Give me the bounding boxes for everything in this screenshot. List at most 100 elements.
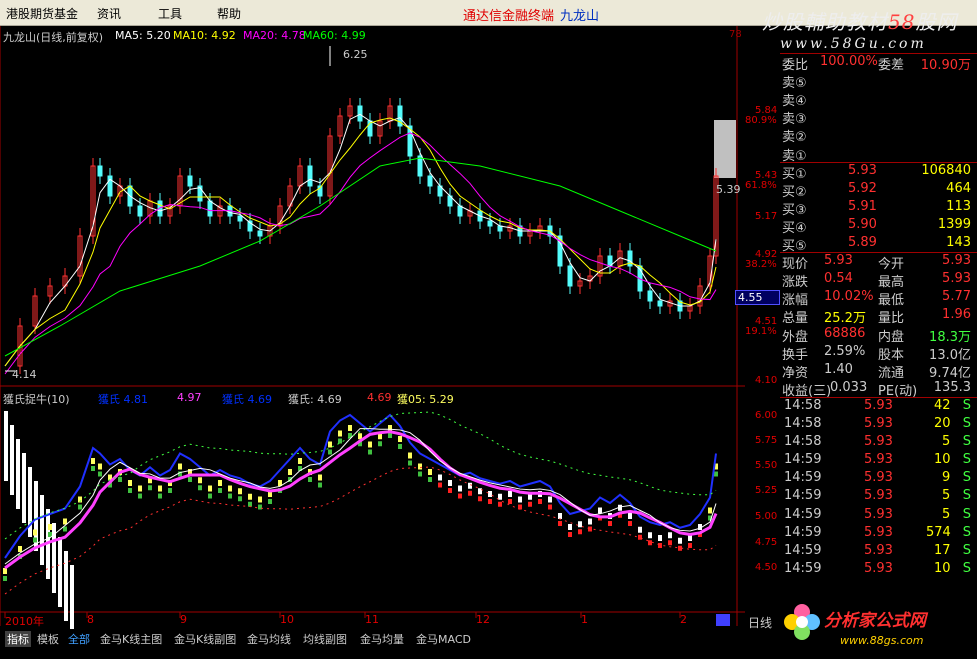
tab-1[interactable]: 模板 bbox=[37, 631, 59, 647]
ind-fill bbox=[528, 501, 532, 507]
tick-price: 5.93 bbox=[864, 434, 893, 450]
scroll-marker[interactable] bbox=[716, 614, 730, 626]
ind-band bbox=[418, 463, 422, 470]
axis-price-2: 5.17 bbox=[755, 211, 778, 222]
current-price-tag: 4.55 bbox=[735, 290, 780, 305]
tick-dir: S bbox=[962, 452, 971, 468]
ind-band bbox=[98, 463, 102, 470]
tick-time: 14:58 bbox=[784, 416, 822, 431]
ind-fill bbox=[378, 441, 382, 447]
buy-level-3: 买③ 5.91 113 bbox=[780, 199, 977, 218]
quote-label2: 最低 bbox=[878, 293, 905, 309]
ind-fill bbox=[628, 521, 632, 526]
tab-4[interactable]: 金马K线副图 bbox=[174, 631, 236, 647]
axis-pct-1: 61.8% bbox=[745, 180, 777, 191]
buy-level-1: 买① 5.93 106840 bbox=[780, 162, 977, 182]
ind-band bbox=[208, 485, 212, 492]
buy-label: 买④ bbox=[782, 220, 807, 236]
x-axis-label-4: 11 bbox=[365, 613, 379, 626]
menu-tools[interactable]: 工具 bbox=[158, 5, 182, 22]
ma10-line bbox=[4, 117, 717, 367]
tab-3[interactable]: 金马K线主图 bbox=[100, 631, 162, 647]
buy-price: 5.93 bbox=[848, 162, 877, 178]
ind-band bbox=[128, 480, 132, 486]
tick-dir: S bbox=[962, 524, 971, 540]
buy-price: 5.90 bbox=[848, 216, 877, 232]
ind-band bbox=[48, 524, 52, 530]
ind-axis-5: 4.75 bbox=[755, 537, 778, 548]
ind-fill bbox=[438, 482, 442, 488]
quote-row-4: 外盘 68886 内盘 18.3万 bbox=[780, 325, 977, 345]
ind-white-bar bbox=[4, 411, 8, 481]
ma5-label: MA5: 5.20 bbox=[115, 29, 171, 42]
tick-price: 5.93 bbox=[864, 560, 893, 576]
buy-qty: 143 bbox=[946, 235, 971, 250]
quote-label2: 今开 bbox=[878, 257, 905, 273]
axis-top-num: 78 bbox=[729, 29, 742, 40]
ind-band bbox=[298, 458, 302, 464]
ind-fill bbox=[388, 433, 392, 438]
buy-level-4: 买④ 5.90 1399 bbox=[780, 216, 977, 236]
tick-qty: 20 bbox=[934, 416, 951, 431]
tab-5[interactable]: 金马均线 bbox=[247, 631, 291, 647]
candle-body bbox=[97, 165, 103, 177]
tick-time: 14:59 bbox=[784, 560, 822, 576]
tick-dir: S bbox=[962, 506, 971, 522]
ind-fill bbox=[638, 534, 642, 540]
high-price-label: 6.25 bbox=[343, 48, 368, 61]
tab-0[interactable]: 指标 bbox=[5, 631, 31, 647]
quote-value2: 5.93 bbox=[942, 253, 971, 269]
ind-fill bbox=[418, 471, 422, 477]
ma20-label: MA20: 4.78 bbox=[243, 29, 306, 42]
quote-value: 68886 bbox=[824, 325, 866, 341]
ind-fill bbox=[648, 540, 652, 546]
menu-news[interactable]: 资讯 bbox=[97, 5, 121, 22]
quote-value: 5.93 bbox=[824, 253, 853, 269]
app-title-left: 通达信金融终端 bbox=[463, 9, 555, 24]
tick-qty: 5 bbox=[942, 488, 951, 504]
ind-fill bbox=[91, 466, 95, 471]
ind-band bbox=[578, 521, 582, 528]
menu-help[interactable]: 帮助 bbox=[217, 5, 241, 22]
ind-white-bar bbox=[40, 495, 44, 565]
candle-body bbox=[647, 290, 653, 302]
axis-pct-4: 19.1% bbox=[745, 326, 777, 337]
quote-label: 外盘 bbox=[782, 329, 809, 345]
sell-label: 卖② bbox=[782, 130, 807, 146]
tab-8[interactable]: 金马MACD bbox=[416, 631, 471, 647]
axis-price-5: 4.10 bbox=[755, 375, 778, 386]
buy-label: 买③ bbox=[782, 202, 807, 218]
ind-fill bbox=[498, 501, 502, 507]
tick-qty: 574 bbox=[926, 524, 951, 540]
tick-time: 14:59 bbox=[784, 470, 822, 486]
quote-value: 0.033 bbox=[830, 379, 868, 395]
ind-fill bbox=[714, 471, 718, 477]
ind-fill bbox=[488, 499, 492, 504]
quote-row-0: 现价 5.93 今开 5.93 bbox=[780, 253, 977, 273]
ind-magenta-line bbox=[4, 430, 718, 570]
ind-band bbox=[658, 535, 662, 541]
buy-qty: 1399 bbox=[937, 216, 971, 232]
kline-chart[interactable] bbox=[0, 26, 745, 646]
x-axis-label-5: 12 bbox=[476, 613, 490, 626]
x-axis-label-3: 10 bbox=[280, 613, 294, 626]
logo-url: www.88gs.com bbox=[840, 634, 924, 647]
ind-fill bbox=[368, 449, 372, 455]
quote-value2: 1.96 bbox=[942, 307, 971, 323]
quote-label: 净资 bbox=[782, 365, 809, 381]
tick-dir: S bbox=[962, 397, 971, 413]
tab-2[interactable]: 全部 bbox=[68, 631, 90, 647]
timeframe-button[interactable]: 日线 bbox=[748, 614, 772, 631]
x-axis-label-0: 2010年 bbox=[5, 615, 44, 628]
tab-6[interactable]: 均线副图 bbox=[303, 631, 347, 647]
watermark-url: www.58Gu.com bbox=[780, 36, 927, 52]
ind-fill bbox=[588, 526, 592, 532]
x-axis-label-1: 8 bbox=[87, 613, 94, 626]
x-axis-label-6: 1 bbox=[581, 613, 588, 626]
tab-7[interactable]: 金马均量 bbox=[360, 631, 404, 647]
ind-fill bbox=[478, 496, 482, 502]
sell-label: 卖④ bbox=[782, 94, 807, 110]
menu-hk-futures[interactable]: 港股期货基金 bbox=[6, 5, 78, 22]
tick-qty: 10 bbox=[934, 560, 951, 576]
ind-white-bar bbox=[22, 453, 26, 523]
